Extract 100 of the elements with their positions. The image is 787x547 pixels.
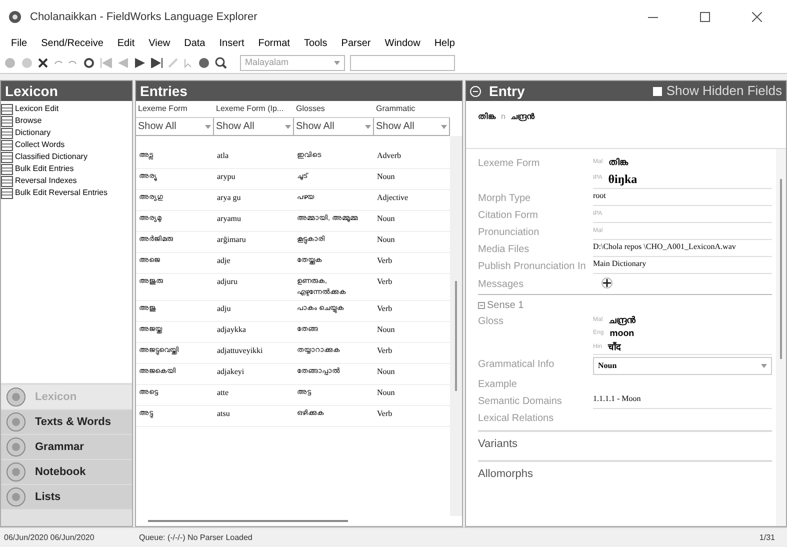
field-value[interactable]: θiŋka: [608, 170, 638, 188]
table-cell-text: Noun: [376, 171, 396, 182]
tool-item[interactable]: Dictionary: [1, 127, 132, 139]
field-value[interactable]: 1.1.1.1 - Moon: [593, 394, 772, 404]
first-record-icon[interactable]: [100, 58, 112, 68]
dropdown-arrow-icon[interactable]: [761, 364, 767, 368]
field-value[interactable]: root: [593, 190, 772, 200]
table-cell-text: Adjective: [376, 192, 410, 203]
previous-record-icon[interactable]: [117, 58, 129, 68]
table-cell-text: Verb: [376, 345, 394, 356]
field-label: Semantic Domains: [478, 395, 563, 409]
delete-icon[interactable]: [38, 58, 48, 68]
dropdown-arrow-icon[interactable]: [365, 124, 371, 128]
table-cell-text: Noun: [376, 324, 396, 335]
table-cell-text: Verb: [376, 408, 394, 419]
menu-item[interactable]: Edit: [110, 36, 142, 50]
entries-title: Entries: [136, 81, 462, 101]
table-cell-text: Verb: [376, 303, 394, 314]
entry-title: Entry: [489, 82, 526, 101]
dropdown-arrow-icon[interactable]: [441, 124, 447, 128]
table-cell-text: atsu: [216, 408, 231, 419]
field-label: Example: [478, 378, 518, 392]
table-cell-text: Noun: [376, 366, 396, 377]
show-hidden-fields-checkbox[interactable]: Show Hidden Fields: [653, 81, 782, 101]
tool-item[interactable]: Bulk Edit Entries: [1, 163, 132, 175]
menu-item[interactable]: Window: [378, 36, 428, 50]
table-cell-text: adje: [216, 255, 232, 266]
grammatical-info-combo[interactable]: Noun: [593, 357, 772, 375]
area-icon: [5, 461, 27, 483]
field-label: Morph Type: [478, 192, 532, 206]
dropdown-arrow-icon[interactable]: [334, 60, 340, 64]
menu-item[interactable]: Send/Receive: [34, 36, 110, 50]
menu-item[interactable]: View: [142, 36, 178, 50]
area-icon: [5, 411, 27, 433]
field-value[interactable]: Main Dictionary: [593, 258, 772, 268]
column-header[interactable]: Lexeme Form: [136, 101, 214, 117]
style-combo[interactable]: [350, 54, 455, 70]
area-button[interactable]: Texts & Words: [1, 410, 132, 434]
field-label: Pronunciation: [478, 226, 540, 240]
tool-item[interactable]: Bulk Edit Reversal Entries: [1, 187, 132, 199]
column-header[interactable]: Grammatic: [374, 101, 450, 117]
section-title: Sense 1: [487, 298, 524, 312]
field-value[interactable]: D:\Chola repos \CHO_A001_LexiconA.wav: [593, 242, 772, 252]
close-icon[interactable]: [752, 12, 762, 22]
area-button[interactable]: Notebook: [1, 460, 132, 484]
app-icon: [8, 10, 22, 24]
parser-status: Queue: (-/-/-) No Parser Loaded: [138, 532, 254, 544]
menu-item[interactable]: Help: [427, 36, 462, 50]
field-value[interactable]: തിങ്ക: [608, 156, 629, 170]
table-cell-text: adjaykka: [216, 324, 247, 335]
tool-item[interactable]: Classified Dictionary: [1, 151, 132, 163]
status-dates: 06/Jun/2020 06/Jun/2020: [3, 532, 96, 544]
field-label: Media Files: [478, 242, 530, 256]
menu-item[interactable]: Data: [177, 36, 212, 50]
sidebar-title: Lexicon: [1, 81, 132, 101]
minimize-icon[interactable]: [648, 16, 658, 18]
area-icon: [5, 386, 27, 408]
headword-text: ചന്ദ്രൻ: [510, 111, 534, 123]
column-header[interactable]: Glosses: [294, 101, 374, 117]
field-label: Lexeme Form: [478, 157, 541, 171]
vertical-scrollbar[interactable]: [450, 136, 462, 516]
field-label: Citation Form: [478, 208, 540, 222]
table-cell-text: adjuru: [216, 276, 238, 287]
message-icon[interactable]: [601, 276, 613, 288]
table-cell-text: adjakeyi: [216, 366, 246, 377]
window-title: Cholanaikkan - FieldWorks Language Explorer: [30, 10, 258, 25]
menu-item[interactable]: Parser: [334, 36, 378, 50]
vertical-scrollbar[interactable]: [776, 149, 786, 526]
table-cell-text: adju: [216, 303, 232, 314]
menu-item[interactable]: Format: [251, 36, 297, 50]
table-cell-text: arya gu: [216, 192, 242, 203]
last-record-icon[interactable]: [151, 58, 163, 68]
tool-item[interactable]: Collect Words: [1, 139, 132, 151]
filter-combo[interactable]: Show All: [214, 118, 294, 135]
filter-combo[interactable]: Show All: [374, 118, 450, 135]
filter-combo[interactable]: Show All: [294, 118, 374, 135]
area-button[interactable]: Grammar: [1, 435, 132, 459]
dropdown-arrow-icon[interactable]: [285, 124, 291, 128]
field-value[interactable]: ചന്ദ്രൻ: [608, 314, 636, 327]
field-value[interactable]: चाँद: [608, 340, 622, 354]
field-value[interactable]: moon: [610, 327, 634, 340]
next-record-icon[interactable]: [134, 58, 146, 68]
table-cell-text: adjattuveyikki: [216, 345, 264, 356]
search-icon[interactable]: [215, 56, 227, 68]
field-label: Grammatical Info: [478, 358, 556, 372]
tool-item[interactable]: Lexicon Edit: [1, 103, 132, 115]
table-cell-text: atte: [216, 387, 230, 398]
menu-item[interactable]: Tools: [296, 36, 334, 50]
column-header[interactable]: Lexeme Form (Ip...: [214, 101, 294, 117]
table-cell-text: aryamu: [216, 213, 242, 224]
tool-item[interactable]: Browse: [1, 115, 132, 127]
table-cell-text: Verb: [376, 276, 394, 287]
area-button[interactable]: Lists: [1, 485, 132, 509]
menu-item[interactable]: File: [4, 36, 34, 50]
section-title: Allomorphs: [478, 468, 534, 480]
maximize-icon[interactable]: [700, 12, 710, 22]
dropdown-arrow-icon[interactable]: [205, 124, 211, 128]
menu-item[interactable]: Insert: [212, 36, 252, 50]
tool-item[interactable]: Reversal Indexes: [1, 175, 132, 187]
filter-combo[interactable]: Show All: [136, 118, 214, 135]
